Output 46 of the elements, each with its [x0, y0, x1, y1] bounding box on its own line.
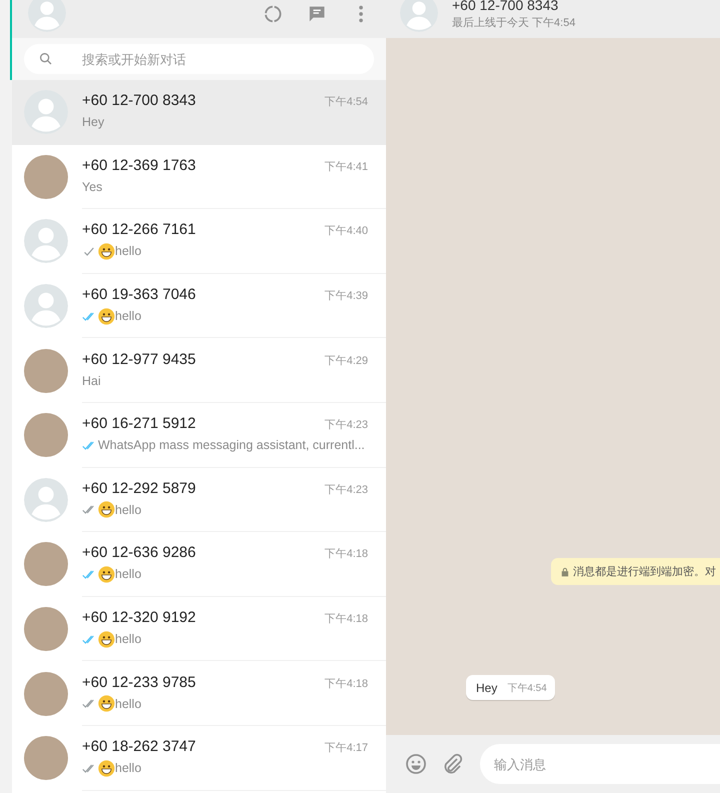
message-preview: hello	[115, 244, 142, 258]
message-time: 下午4:29	[324, 354, 368, 368]
message-time: 下午4:41	[324, 160, 368, 174]
chat-item[interactable]: +60 12-369 1763 下午4:41 Yes	[12, 144, 386, 210]
message-preview: hello	[115, 696, 142, 711]
message-preview: hello	[115, 761, 142, 776]
message-time: 下午4:18	[324, 612, 368, 626]
status-icon[interactable]	[262, 3, 284, 25]
message-time: 下午4:54	[507, 682, 547, 695]
contact-name: +60 12-266 7161	[82, 221, 196, 238]
message-text: Hey	[476, 681, 498, 695]
emoji-icon[interactable]	[404, 752, 428, 776]
search-field[interactable]: 搜索或开始新对话	[24, 44, 374, 74]
contact-name: +60 19-363 7046	[82, 286, 196, 304]
contact-name: +60 12-700 8343	[82, 92, 196, 110]
message-preview: Hai	[82, 374, 101, 388]
message-preview: WhatsApp mass messaging assistant, currentl...	[98, 438, 365, 452]
message-time: 下午4:23	[324, 482, 368, 497]
contact-name: +60 12-369 1763	[82, 156, 196, 174]
contact-name: +60 12-233 9785	[82, 674, 196, 691]
message-preview: Yes	[82, 180, 102, 194]
search-icon	[38, 51, 54, 67]
contact-name: +60 12-977 9435	[82, 350, 196, 368]
message-time: 下午4:17	[324, 741, 368, 756]
encryption-notice-text: 消息都是进行端到端加密。对	[573, 564, 716, 579]
message-time: 下午4:39	[324, 289, 368, 304]
contact-name: +60 12-700 8343	[452, 0, 560, 12]
contact-name: +60 16-271 5912	[82, 415, 196, 432]
message-input[interactable]: 输入消息	[480, 744, 720, 784]
message-preview: hello	[115, 567, 142, 582]
message-time: 下午4:18	[324, 676, 368, 691]
message-time: 下午4:18	[324, 547, 368, 562]
chat-item[interactable]: +60 12-700 8343 下午4:54 Hey	[12, 80, 386, 145]
message-time: 下午4:23	[324, 418, 368, 432]
last-seen-text: 最后上线于今天 下午4:54	[452, 16, 576, 30]
message-preview: hello	[115, 632, 142, 646]
contact-name: +60 12-320 9192	[82, 609, 196, 626]
contact-name: +60 12-636 9286	[82, 544, 196, 562]
message-time: 下午4:54	[324, 95, 368, 110]
message-preview: hello	[115, 309, 142, 324]
contact-name: +60 18-262 3747	[82, 738, 196, 756]
message-preview: Hey	[82, 115, 104, 130]
lock-icon	[561, 566, 569, 576]
message-preview: hello	[115, 502, 142, 517]
contact-name: +60 12-292 5879	[82, 480, 196, 497]
message-time: 下午4:40	[324, 224, 368, 238]
